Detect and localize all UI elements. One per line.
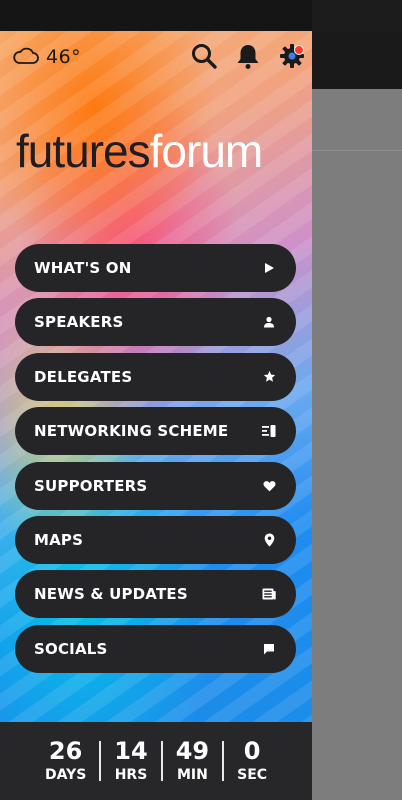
menu-item-whats-on[interactable]: WHAT'S ON [15, 244, 296, 292]
logo-part-forum: forum [149, 125, 264, 177]
person-icon [262, 315, 276, 329]
menu-item-label: WHAT'S ON [34, 259, 132, 277]
countdown-days-label: DAYS [44, 767, 87, 783]
menu-item-news-updates[interactable]: NEWS & UPDATES [15, 570, 296, 619]
list-icon [262, 424, 276, 438]
countdown-divider [160, 741, 163, 781]
status-bar-strip [0, 0, 312, 31]
navigation-drawer: 46° futuresforum WHAT'S ON SPEAKERS DELE… [0, 0, 312, 800]
newspaper-icon [262, 587, 276, 601]
menu-item-label: NEWS & UPDATES [34, 585, 188, 604]
search-icon[interactable] [188, 40, 220, 72]
countdown-divider [99, 741, 102, 781]
countdown-days-value: 26 [48, 737, 83, 765]
futures-forum-logo: futuresforum [16, 125, 264, 177]
app-content-overlay[interactable] [312, 89, 402, 800]
cloud-icon [12, 44, 40, 70]
countdown-minutes: 49 MIN [163, 738, 222, 784]
notification-dot [294, 45, 304, 55]
chat-icon [262, 642, 276, 656]
menu-item-delegates[interactable]: DELEGATES [15, 352, 296, 401]
play-icon [262, 261, 276, 275]
event-countdown: 26 DAYS 14 HRS 49 MIN 0 SEC [0, 722, 312, 800]
menu-item-networking-scheme[interactable]: NETWORKING SCHEME [15, 407, 296, 456]
countdown-seconds-value: 0 [243, 737, 261, 765]
menu-item-label: SUPPORTERS [34, 476, 148, 495]
star-icon [262, 370, 276, 384]
menu-item-label: MAPS [34, 530, 84, 549]
menu-item-speakers[interactable]: SPEAKERS [15, 298, 296, 347]
app-header-background [312, 31, 402, 89]
temperature: 46° [46, 46, 82, 68]
countdown-minutes-label: MIN [176, 767, 208, 783]
menu-item-maps[interactable]: MAPS [15, 515, 296, 564]
main-menu: WHAT'S ON SPEAKERS DELEGATES NETWORKING … [15, 244, 296, 679]
menu-item-label: NETWORKING SCHEME [34, 422, 229, 441]
countdown-hours: 14 HRS [101, 738, 160, 784]
menu-item-label: DELEGATES [34, 367, 133, 386]
logo-part-futures: futures [16, 125, 151, 177]
menu-item-label: SPEAKERS [34, 313, 124, 332]
countdown-seconds: 0 SEC [224, 738, 280, 784]
menu-item-socials[interactable]: SOCIALS [15, 624, 296, 673]
header-actions [188, 40, 308, 72]
weather-widget: 46° [12, 44, 81, 70]
countdown-hours-value: 14 [114, 737, 148, 765]
countdown-days: 26 DAYS [32, 738, 99, 784]
menu-item-supporters[interactable]: SUPPORTERS [15, 461, 296, 510]
divider [312, 150, 402, 151]
heart-icon [262, 479, 276, 493]
menu-item-label: SOCIALS [34, 639, 108, 658]
map-pin-icon [262, 533, 276, 547]
countdown-hours-label: HRS [114, 767, 148, 783]
countdown-minutes-value: 49 [175, 737, 210, 765]
gear-icon[interactable] [276, 40, 308, 72]
bell-icon[interactable] [232, 40, 264, 72]
countdown-seconds-label: SEC [237, 767, 268, 783]
countdown-divider [222, 741, 225, 781]
